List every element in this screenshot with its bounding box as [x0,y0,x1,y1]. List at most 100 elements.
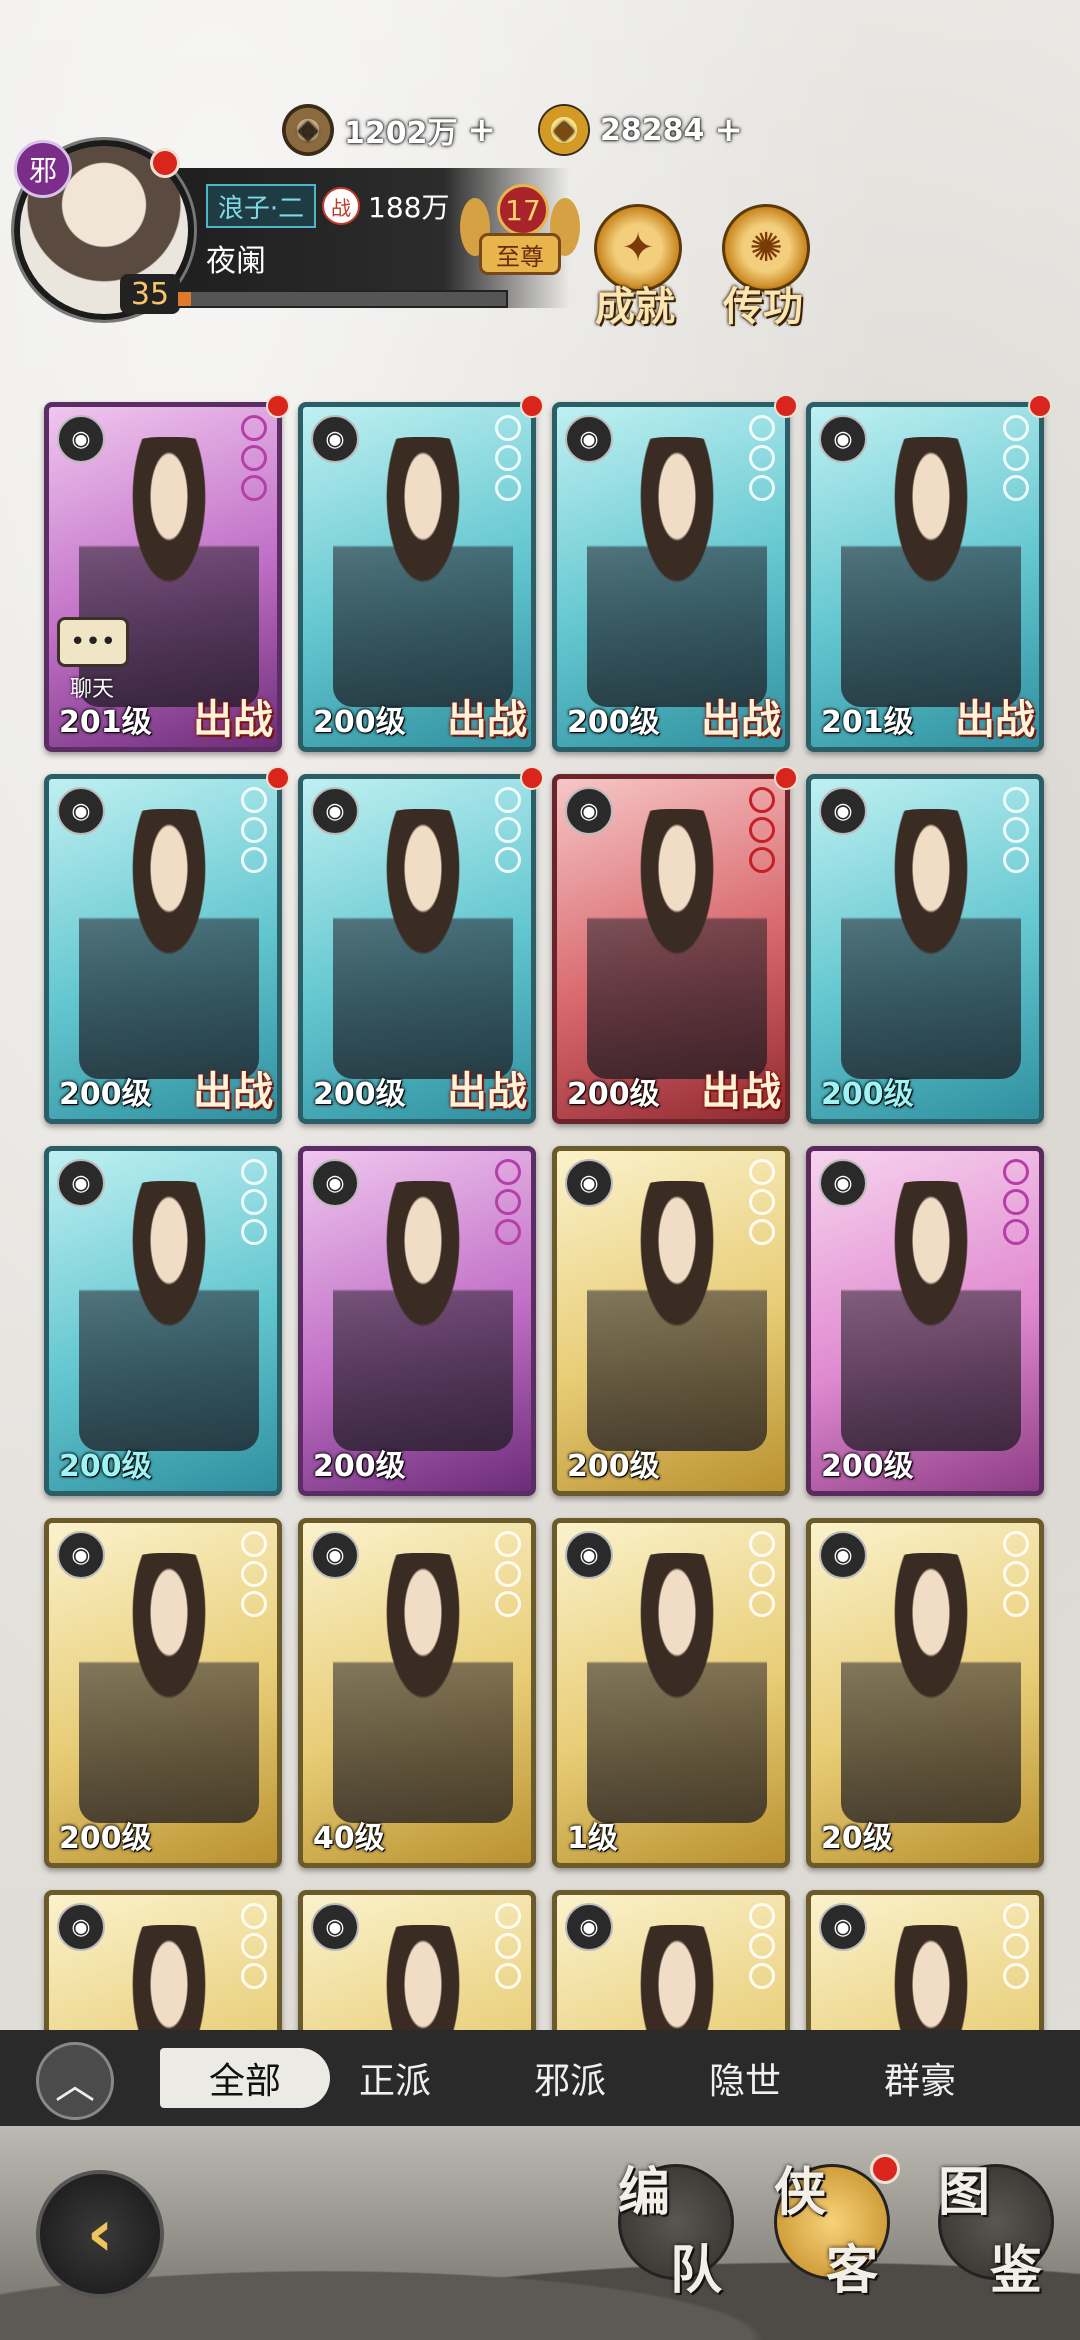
filter-tab[interactable]: 隐世 [680,2048,810,2108]
deployed-badge: 出战 [701,697,781,743]
bottom-nav-button[interactable]: 图鉴 [934,2150,1054,2310]
hero-card[interactable]: ◉ [806,1890,1044,2030]
hero-card[interactable]: ◉ 200级 [552,1146,790,1496]
skills-button[interactable]: ✺ 传功 [708,196,818,330]
star-icon [749,475,775,501]
filter-tab[interactable]: 邪派 [505,2048,635,2108]
star-icon [749,1591,775,1617]
skills-label: 传功 [723,284,803,330]
hero-portrait [587,1925,767,2030]
star-rank [1003,1159,1033,1249]
hero-card[interactable]: ◉ 20级 [806,1518,1044,1868]
exp-bar-fill [178,292,192,306]
nav-notification-dot [870,2154,900,2184]
star-icon [749,1189,775,1215]
hero-level: 200级 [567,1449,660,1484]
hero-card[interactable]: ◉ [44,1890,282,2030]
hero-notification-dot [520,394,544,418]
sect-icon: ◉ [57,415,105,463]
filter-tab[interactable]: 群豪 [855,2048,985,2108]
star-icon [1003,1531,1029,1557]
star-rank [749,787,779,877]
hero-card[interactable]: ◉ 200级 出战 [298,402,536,752]
hero-portrait [79,1925,259,2030]
ingot-counter[interactable]: ◆ 28284 + [538,104,743,156]
star-icon [495,475,521,501]
player-power: 战 188万 [322,186,449,226]
hero-notification-dot [774,394,798,418]
sect-icon: ◉ [311,1159,359,1207]
back-arrow-icon[interactable]: ‹ [36,2170,164,2298]
bottom-nav-button[interactable]: 侠客 [770,2150,900,2310]
hero-card[interactable]: ◉ 200级 [44,1146,282,1496]
exp-bar [176,290,508,308]
star-icon [749,1963,775,1989]
hero-card[interactable]: ◉ 1级 [552,1518,790,1868]
hero-card[interactable]: ◉ [298,1890,536,2030]
hero-card[interactable]: ◉ 200级 [806,774,1044,1124]
filter-tab[interactable]: 正派 [330,2048,460,2108]
hero-card[interactable]: ◉ 200级 [298,1146,536,1496]
hero-notification-dot [1028,394,1052,418]
star-icon [241,445,267,471]
hero-portrait [333,437,513,707]
hero-portrait [333,809,513,1079]
hero-notification-dot [266,766,290,790]
add-coin-icon[interactable]: + [468,110,497,150]
hero-portrait [841,809,1021,1079]
hero-card[interactable]: ◉ 200级 出战 [552,402,790,752]
nav-label-bottom: 鉴 [990,2241,1043,2301]
hero-card[interactable]: ◉ ••• 聊天 201级 出战 [44,402,282,752]
hero-level: 200级 [313,1449,406,1484]
hero-card[interactable]: ◉ 200级 出战 [44,774,282,1124]
star-icon [241,1531,267,1557]
hero-card[interactable]: ◉ 200级 [44,1518,282,1868]
achievement-button[interactable]: ✦ 成就 [580,196,690,330]
hero-card[interactable]: ◉ 201级 出战 [806,402,1044,752]
coin-counter[interactable]: ◈ 1202万 + [282,104,496,156]
sect-icon: ◉ [311,787,359,835]
hero-grid: ◉ ••• 聊天 201级 出战 ◉ 200级 出战 ◉ 200级 出战 ◉ 201级 出战 ◉ 200级 出战… [0,380,1080,2030]
hero-level: 40级 [313,1821,385,1856]
star-icon [1003,475,1029,501]
star-icon [1003,1189,1029,1215]
hero-level: 201级 [821,705,914,740]
hero-level: 200级 [567,705,660,740]
deployed-badge: 出战 [701,1069,781,1115]
star-icon [1003,817,1029,843]
hero-notification-dot [774,766,798,790]
hero-card[interactable]: ◉ [552,1890,790,2030]
hero-portrait [587,1553,767,1823]
hero-card[interactable]: ◉ 200级 出战 [298,774,536,1124]
star-icon [749,1219,775,1245]
sect-icon: ◉ [311,415,359,463]
hero-card[interactable]: ◉ 40级 [298,1518,536,1868]
hero-portrait [333,1925,513,2030]
star-rank [749,1159,779,1249]
sect-icon: ◉ [57,787,105,835]
star-icon [749,1531,775,1557]
star-icon [241,1159,267,1185]
star-rank [749,1903,779,1993]
add-ingot-icon[interactable]: + [714,110,743,150]
chat-button[interactable]: ••• 聊天 [57,617,129,702]
sect-icon: ◉ [819,1159,867,1207]
star-rank [1003,1903,1033,1993]
star-icon [1003,1963,1029,1989]
star-icon [495,847,521,873]
bottom-nav-button[interactable]: 编队 [614,2150,734,2310]
star-icon [495,1159,521,1185]
hero-card[interactable]: ◉ 200级 出战 [552,774,790,1124]
chevron-up-icon[interactable]: ︿ [36,2042,114,2120]
hero-portrait [841,437,1021,707]
deployed-badge: 出战 [447,697,527,743]
star-rank [495,1159,525,1249]
power-value: 188万 [368,191,450,224]
sect-icon: ◉ [57,1531,105,1579]
sect-icon: ◉ [565,1159,613,1207]
vip-badge[interactable]: 17 至尊 [460,170,580,290]
star-icon [1003,787,1029,813]
hero-card[interactable]: ◉ 200级 [806,1146,1044,1496]
filter-tab[interactable]: 全部 [160,2048,330,2108]
hero-level: 200级 [59,1449,152,1484]
